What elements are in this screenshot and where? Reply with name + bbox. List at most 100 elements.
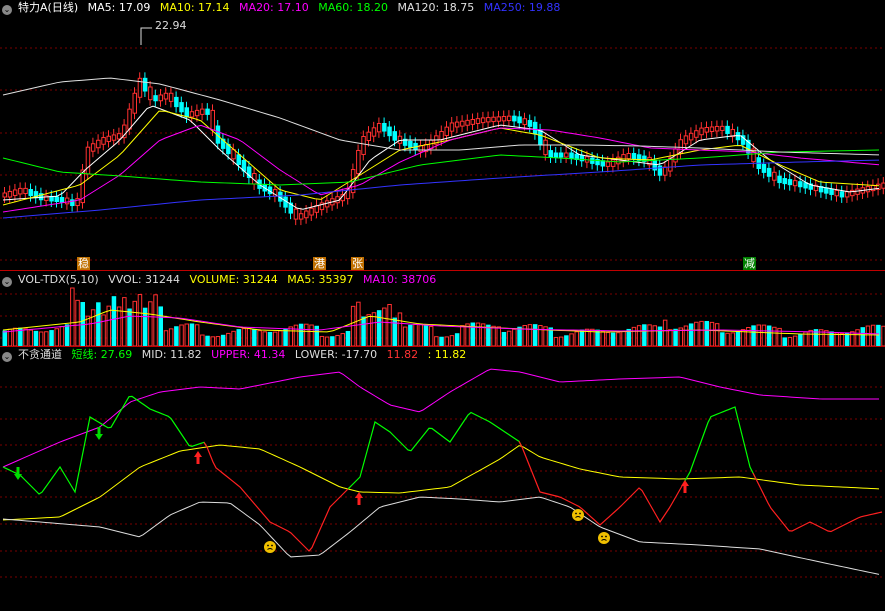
candle-body xyxy=(532,121,538,135)
volume-bar xyxy=(876,324,881,346)
volume-title: VOL-TDX(5,10) xyxy=(18,273,99,286)
short-line-segment xyxy=(518,441,688,526)
candle-body xyxy=(444,126,449,136)
volume-bar xyxy=(59,326,65,346)
candle-body xyxy=(834,189,839,197)
volume-bar xyxy=(272,331,278,346)
candle-body xyxy=(844,191,850,198)
volume-bar xyxy=(652,325,657,346)
ma60-label: MA60: 18.20 xyxy=(318,1,388,14)
volume-bar xyxy=(699,320,704,346)
candle-body xyxy=(512,115,517,122)
candle-body xyxy=(397,135,403,144)
candle-body xyxy=(158,94,163,102)
candle-body xyxy=(194,109,200,117)
collapse-icon[interactable]: ⌄ xyxy=(2,277,12,287)
candle-body xyxy=(714,125,720,132)
candle-body xyxy=(96,139,101,149)
candle-body xyxy=(610,159,616,167)
candle-body xyxy=(382,123,387,132)
sell-arrow-icon xyxy=(14,467,22,480)
volume-bar xyxy=(647,324,652,346)
collapse-icon[interactable]: ⌄ xyxy=(2,5,12,15)
volume-bar xyxy=(621,330,626,346)
volume-bar xyxy=(220,334,226,346)
volume-bar xyxy=(553,336,559,346)
candle-body xyxy=(605,161,611,167)
smiley-icon xyxy=(598,532,610,544)
candle-body xyxy=(408,140,413,148)
candle-body xyxy=(839,191,845,198)
candle-body xyxy=(7,190,13,198)
channel-chart[interactable] xyxy=(0,347,885,611)
candle-body xyxy=(111,134,117,141)
volume-bar xyxy=(766,325,772,346)
volume-bar xyxy=(252,328,257,346)
volume-bar xyxy=(558,336,564,346)
candle-body xyxy=(18,187,23,195)
candle-body xyxy=(174,96,179,108)
ma5-label: MA5: 17.09 xyxy=(87,1,151,14)
price-panel[interactable]: ⌄ 特力A(日线) MA5: 17.09 MA10: 17.14 MA20: 17… xyxy=(0,0,885,270)
volume-bar xyxy=(673,328,678,346)
candle-body xyxy=(439,131,444,141)
volume-bar xyxy=(512,328,517,346)
news-tag[interactable]: 港 xyxy=(313,257,326,270)
candle-body xyxy=(163,92,169,100)
volume-bar xyxy=(309,324,314,346)
candle-body xyxy=(335,196,340,204)
candle-body xyxy=(522,118,527,126)
candle-body xyxy=(189,111,195,118)
news-tag[interactable]: 张 xyxy=(351,257,364,270)
collapse-icon[interactable]: ⌄ xyxy=(2,352,12,362)
volume-bar xyxy=(735,331,741,346)
news-tag[interactable]: 稳 xyxy=(77,257,90,270)
volume-bar xyxy=(413,323,418,346)
volume-bar xyxy=(595,329,600,346)
price-chart[interactable] xyxy=(0,0,885,270)
candle-body xyxy=(548,150,553,158)
volume-bar xyxy=(506,330,512,346)
volume-bar xyxy=(605,332,611,346)
news-tag[interactable]: 减 xyxy=(743,257,756,270)
volume-bar xyxy=(122,297,127,346)
panel-divider[interactable] xyxy=(0,270,885,271)
lower-label: LOWER: -17.70 xyxy=(294,348,378,361)
candle-body xyxy=(148,86,153,101)
smiley-icon xyxy=(572,509,584,521)
volume-bar xyxy=(839,333,845,346)
volume-bar xyxy=(631,326,637,346)
volume-bar xyxy=(730,332,735,346)
smiley-eye xyxy=(605,535,607,538)
candle-body xyxy=(829,188,834,195)
volume-bar xyxy=(189,323,195,346)
candle-body xyxy=(106,135,111,143)
volume-bar xyxy=(834,332,839,346)
volume-bar xyxy=(75,299,80,346)
candle-body xyxy=(564,152,569,158)
candle-body xyxy=(127,108,132,130)
candle-body xyxy=(236,154,241,166)
volume-bar xyxy=(392,317,397,346)
volume-legend: ⌄ VOL-TDX(5,10) VVOL: 31244 VOLUME: 31244… xyxy=(0,272,442,288)
volume-bar xyxy=(636,325,642,346)
candle-body xyxy=(361,136,366,155)
volume-bar xyxy=(688,323,694,346)
candle-body xyxy=(543,139,548,156)
candle-body xyxy=(704,127,709,133)
volume-bar xyxy=(278,330,283,346)
candle-body xyxy=(205,108,210,115)
volume-bar xyxy=(532,324,538,346)
volume-bar xyxy=(444,336,449,346)
volume-bar xyxy=(179,324,184,346)
volume-bar xyxy=(153,294,158,346)
volume-panel[interactable]: ⌄ VOL-TDX(5,10) VVOL: 31244 VOLUME: 31244… xyxy=(0,272,885,346)
candle-body xyxy=(28,189,33,197)
candle-body xyxy=(454,121,460,128)
candle-body xyxy=(371,127,377,137)
vol-ma5-label: MA5: 35397 xyxy=(287,273,354,286)
volume-bar xyxy=(662,319,668,346)
candle-body xyxy=(709,126,715,133)
smiley-eye xyxy=(271,544,273,547)
channel-panel[interactable]: ⌄ 不贪通道 短线: 27.69 MID: 11.82 UPPER: 41.34 … xyxy=(0,347,885,611)
